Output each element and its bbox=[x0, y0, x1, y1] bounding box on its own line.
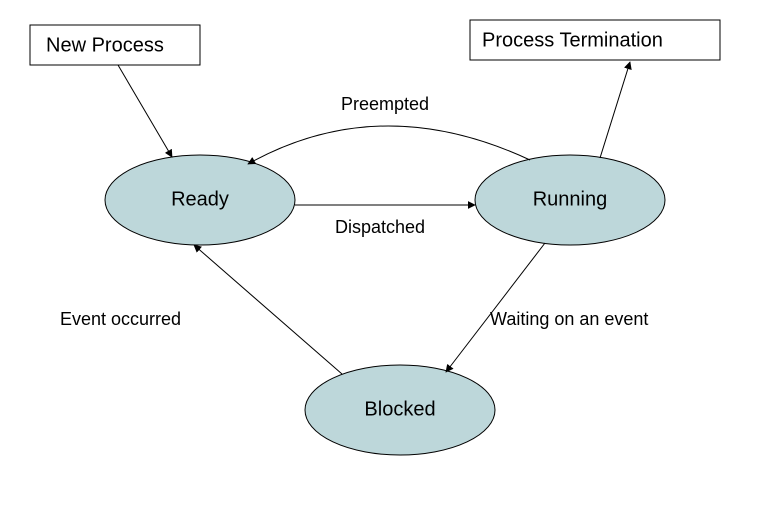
new-process-label: New Process bbox=[46, 34, 164, 56]
edge-preempted-label: Preempted bbox=[341, 94, 429, 114]
termination-label: Process Termination bbox=[482, 29, 663, 51]
edge-event-occurred-label: Event occurred bbox=[60, 309, 181, 329]
edge-dispatched-label: Dispatched bbox=[335, 217, 425, 237]
edge-preempted bbox=[248, 126, 530, 164]
state-running-label: Running bbox=[533, 188, 608, 210]
edge-waiting-label: Waiting on an event bbox=[490, 309, 648, 329]
state-ready-label: Ready bbox=[171, 188, 229, 210]
edge-event-occurred bbox=[194, 245, 342, 374]
edge-running-to-termination bbox=[600, 62, 630, 158]
state-blocked-label: Blocked bbox=[364, 398, 435, 420]
edge-new-to-ready bbox=[118, 65, 172, 157]
edge-waiting bbox=[446, 243, 545, 372]
